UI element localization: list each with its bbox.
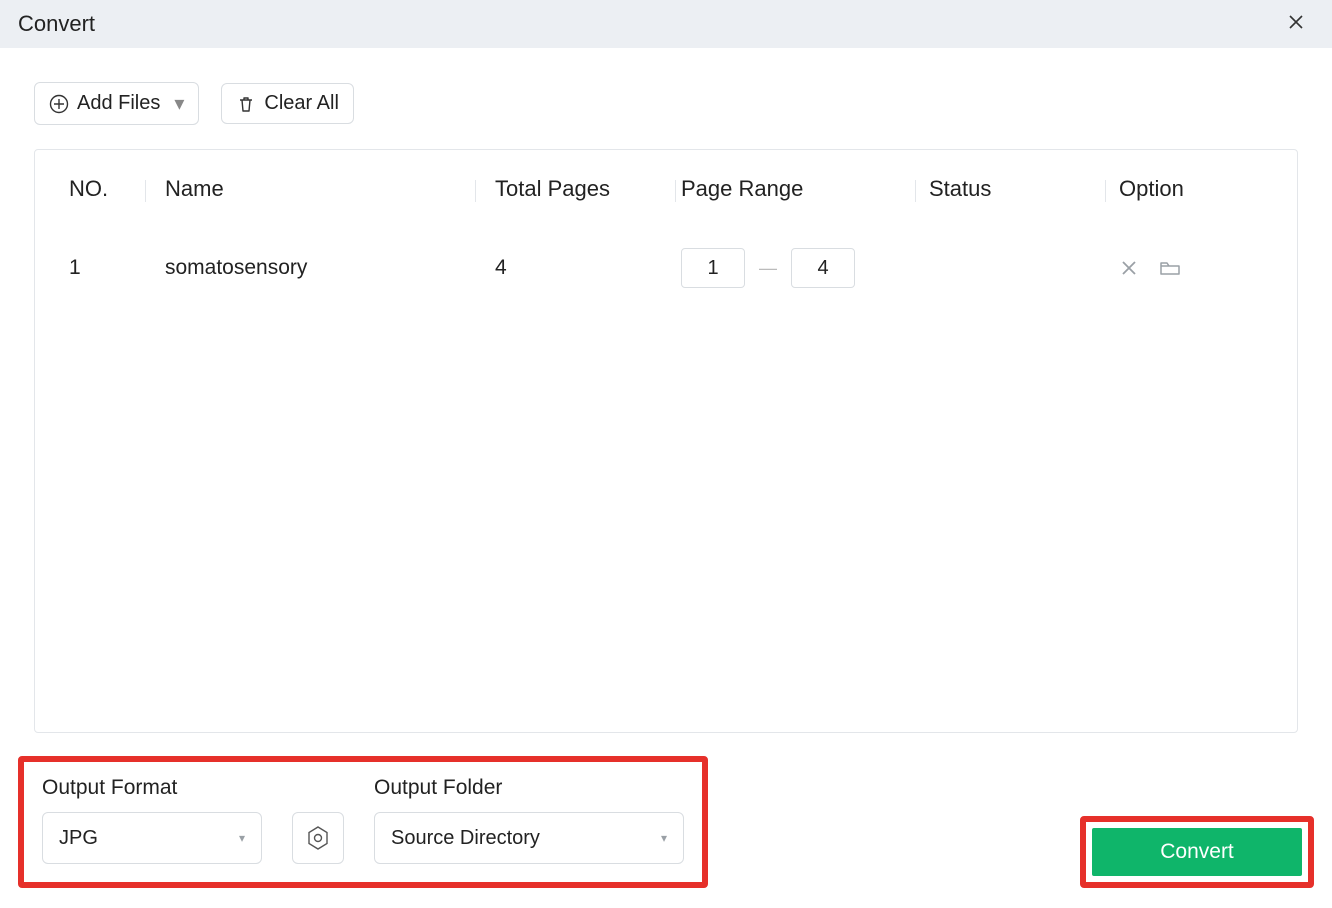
chevron-down-icon: ▾ [174,91,184,116]
table-body: 1 somatosensory 4 1 — 4 [35,234,1297,732]
convert-button[interactable]: Convert [1092,828,1302,876]
close-icon[interactable] [1278,7,1314,42]
cell-pages: 4 [475,256,675,280]
add-files-label: Add Files [77,92,160,115]
output-format-select[interactable]: JPG ▾ [42,812,262,864]
files-table: NO. Name Total Pages Page Range Status O… [34,149,1298,733]
convert-label: Convert [1160,840,1234,864]
trash-icon [236,94,256,114]
cell-name: somatosensory [145,256,475,280]
output-format-value: JPG [59,827,98,850]
remove-row-icon[interactable] [1119,258,1139,278]
table-header: NO. Name Total Pages Page Range Status O… [35,150,1297,234]
range-from-input[interactable]: 1 [681,248,745,288]
output-settings-highlight: Output Format JPG ▾ Output Folder Source… [18,756,708,888]
toolbar: Add Files ▾ Clear All [0,48,1332,149]
range-separator: — [759,258,777,279]
titlebar: Convert [0,0,1332,48]
cell-range: 1 — 4 [675,248,915,288]
output-folder-group: Output Folder Source Directory ▾ [374,776,684,864]
footer: Output Format JPG ▾ Output Folder Source… [18,756,1314,888]
output-format-group: Output Format JPG ▾ [42,776,262,864]
output-folder-value: Source Directory [391,827,540,850]
col-pages: Total Pages [475,162,675,216]
clear-all-button[interactable]: Clear All [221,83,353,124]
col-range: Page Range [675,162,915,216]
output-folder-label: Output Folder [374,776,684,800]
window-title: Convert [18,11,95,37]
chevron-down-icon: ▾ [661,831,667,845]
cell-no: 1 [35,256,145,280]
add-files-button[interactable]: Add Files ▾ [34,82,199,125]
col-name: Name [145,162,475,216]
output-folder-select[interactable]: Source Directory ▾ [374,812,684,864]
convert-highlight: Convert [1080,816,1314,888]
format-settings-button[interactable] [292,812,344,864]
range-to-input[interactable]: 4 [791,248,855,288]
col-status: Status [915,162,1105,216]
settings-hex-icon [305,825,331,851]
chevron-down-icon: ▾ [239,831,245,845]
output-format-label: Output Format [42,776,262,800]
clear-all-label: Clear All [264,92,338,115]
col-option: Option [1105,162,1275,216]
open-folder-icon[interactable] [1159,258,1181,278]
col-no: NO. [35,162,145,216]
plus-circle-icon [49,94,69,114]
table-row: 1 somatosensory 4 1 — 4 [35,234,1297,302]
cell-option [1105,258,1275,278]
